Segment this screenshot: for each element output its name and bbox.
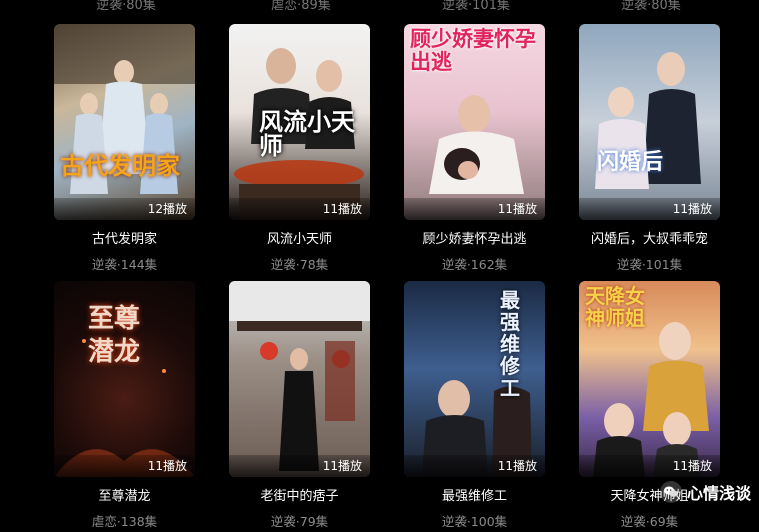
- poster-image[interactable]: 闪婚后 11播放: [579, 24, 720, 220]
- drama-title[interactable]: 古代发明家: [37, 228, 212, 247]
- wechat-icon: [659, 481, 682, 503]
- poster-image[interactable]: 古代发明家 12播放: [54, 24, 195, 220]
- drama-card[interactable]: 顾少娇妻怀孕出逃 11播放 顾少娇妻怀孕出逃 逆袭·162集: [404, 24, 545, 273]
- drama-card[interactable]: 闪婚后 11播放 闪婚后，大叔乖乖宠 逆袭·101集: [579, 24, 720, 273]
- drama-meta: 虐恋·138集: [91, 514, 158, 529]
- drama-meta: 逆袭·144集: [91, 257, 158, 272]
- top-meta-1: 逆袭·80集: [96, 0, 156, 13]
- play-count: 11播放: [672, 459, 712, 473]
- play-count: 12播放: [147, 202, 187, 216]
- top-meta-2: 虐恋·89集: [271, 0, 331, 13]
- poster-image[interactable]: 最强维修工 11播放: [404, 281, 545, 477]
- top-meta-4: 逆袭·80集: [621, 0, 681, 13]
- poster-title-text: 顾少娇妻怀孕出逃: [410, 27, 536, 75]
- drama-card[interactable]: 11播放 老街中的痞子 逆袭·79集: [229, 281, 370, 530]
- drama-card[interactable]: 最强维修工 11播放 最强维修工 逆袭·100集: [404, 281, 545, 530]
- drama-meta: 逆袭·69集: [620, 514, 679, 529]
- drama-title[interactable]: 顾少娇妻怀孕出逃: [387, 228, 562, 247]
- watermark-text: 心情浅谈: [686, 484, 751, 503]
- play-count: 11播放: [322, 459, 362, 473]
- drama-meta: 逆袭·78集: [270, 257, 329, 272]
- drama-card[interactable]: 至尊潜龙 11播放 至尊潜龙 虐恋·138集: [54, 281, 195, 530]
- poster-art: [54, 24, 195, 194]
- play-count: 11播放: [497, 202, 537, 216]
- drama-title[interactable]: 风流小天师: [212, 228, 387, 247]
- top-row-partial: 逆袭·80集 虐恋·89集 逆袭·101集 逆袭·80集: [0, 0, 759, 14]
- drama-meta: 逆袭·101集: [616, 257, 683, 272]
- poster-title-text: 至尊潜龙: [88, 304, 141, 367]
- watermark: 心情浅谈: [659, 480, 751, 504]
- poster-image[interactable]: 至尊潜龙 11播放: [54, 281, 195, 477]
- poster-image[interactable]: 风流小天师 11播放: [229, 24, 370, 220]
- drama-title[interactable]: 至尊潜龙: [37, 485, 212, 504]
- poster-image[interactable]: 天降女神师姐 11播放: [579, 281, 720, 477]
- poster-title-text: 古代发明家: [60, 152, 180, 180]
- drama-meta: 逆袭·100集: [441, 514, 508, 529]
- drama-meta: 逆袭·162集: [441, 257, 508, 272]
- play-count: 11播放: [672, 202, 712, 216]
- drama-grid-page: 逆袭·80集 虐恋·89集 逆袭·101集 逆袭·80集 古代发明家 12播放 …: [0, 0, 759, 532]
- drama-card[interactable]: 古代发明家 12播放 古代发明家 逆袭·144集: [54, 24, 195, 273]
- poster-image[interactable]: 11播放: [229, 281, 370, 477]
- drama-meta: 逆袭·79集: [270, 514, 329, 529]
- drama-title[interactable]: 最强维修工: [387, 485, 562, 504]
- drama-title[interactable]: 老街中的痞子: [212, 485, 387, 504]
- poster-title-text: 天降女神师姐: [585, 284, 645, 330]
- play-count: 11播放: [322, 202, 362, 216]
- poster-title-text: 风流小天师: [259, 108, 355, 160]
- poster-image[interactable]: 顾少娇妻怀孕出逃 11播放: [404, 24, 545, 220]
- poster-art: [595, 52, 701, 189]
- drama-card[interactable]: 风流小天师 11播放 风流小天师 逆袭·78集: [229, 24, 370, 273]
- poster-title-text: 闪婚后: [597, 150, 664, 175]
- top-meta-3: 逆袭·101集: [442, 0, 510, 13]
- drama-title[interactable]: 闪婚后，大叔乖乖宠: [562, 228, 737, 247]
- play-count: 11播放: [147, 459, 187, 473]
- play-count: 11播放: [497, 459, 537, 473]
- poster-title-text: 最强维修工: [500, 288, 520, 400]
- poster-art: [229, 281, 370, 471]
